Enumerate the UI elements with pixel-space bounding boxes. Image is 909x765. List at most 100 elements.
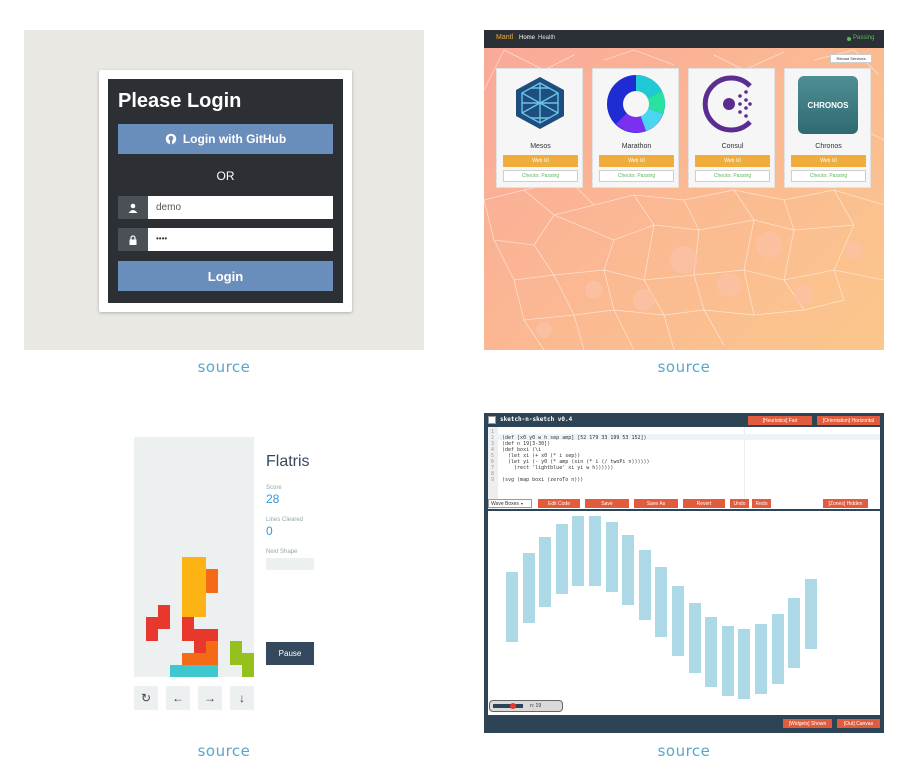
slider-handle[interactable] <box>510 703 516 709</box>
block <box>206 581 218 593</box>
service-card-consul: Consul Web UI Checks: Passing <box>688 68 775 188</box>
game-board <box>134 437 254 677</box>
mesos-checks-button[interactable]: Checks: Passing <box>503 170 578 182</box>
block <box>194 605 206 617</box>
score-label: Score <box>266 485 282 491</box>
wave-box[interactable] <box>705 617 718 688</box>
login-title: Please Login <box>118 90 242 112</box>
block <box>158 605 170 617</box>
consul-web-ui-button[interactable]: Web UI <box>695 155 770 167</box>
wave-box[interactable] <box>605 522 618 593</box>
block <box>158 617 170 629</box>
wave-box[interactable] <box>589 515 601 586</box>
block <box>182 653 194 665</box>
password-input[interactable]: •••• <box>148 228 333 251</box>
lock-icon <box>118 228 148 251</box>
example-dropdown[interactable]: Wave Boxes ▾ <box>488 499 532 508</box>
source-link-3[interactable]: source <box>164 742 284 760</box>
nav-health[interactable]: Health <box>538 35 555 41</box>
wave-box[interactable] <box>755 624 767 695</box>
source-link-4[interactable]: source <box>624 742 744 760</box>
source-link-1[interactable]: source <box>164 358 284 376</box>
code-editor[interactable]: 1 2 (def [x0 y0 w h sep amp] [52 179 33 19… <box>488 427 880 509</box>
marathon-checks-button[interactable]: Checks: Passing <box>599 170 674 182</box>
wave-box[interactable] <box>672 586 684 657</box>
pause-button[interactable]: Pause <box>266 642 314 665</box>
wave-box[interactable] <box>721 626 734 697</box>
wave-box[interactable] <box>738 629 751 699</box>
slider-widget[interactable]: n: 19 <box>489 700 563 712</box>
line-number: 9 <box>491 477 495 483</box>
block <box>230 641 242 653</box>
wave-box[interactable] <box>539 537 552 608</box>
block <box>170 665 218 677</box>
service-name-consul: Consul <box>721 143 744 150</box>
edit-code-button[interactable]: Edit Code <box>538 499 580 508</box>
wave-box[interactable] <box>771 613 784 684</box>
mantl-navbar: Mantl Home Health Passing <box>484 30 884 48</box>
wave-box[interactable] <box>688 602 701 673</box>
widgets-toggle[interactable]: [Widgets] Shown <box>783 719 832 728</box>
save-button[interactable]: Save <box>585 499 629 508</box>
move-left-button[interactable]: ← <box>166 686 190 710</box>
wave-box[interactable] <box>638 550 651 621</box>
service-card-marathon: Marathon Web UI Checks: Passing <box>592 68 679 188</box>
wave-box[interactable] <box>788 597 801 668</box>
wave-box[interactable] <box>555 524 568 595</box>
wave-box[interactable] <box>804 578 817 649</box>
block <box>194 629 206 641</box>
zones-toggle[interactable]: [Zones] Hidden <box>823 499 868 508</box>
username-input[interactable]: demo <box>148 196 333 219</box>
chronos-logo-icon: CHRONOS <box>798 76 858 134</box>
redo-button[interactable]: Redo <box>752 499 771 508</box>
block <box>194 569 206 581</box>
reload-services-button[interactable]: Reload Services <box>830 54 872 63</box>
github-login-label: Login with GitHub <box>182 132 287 146</box>
heuristics-toggle[interactable]: [Heuristics] Fair <box>748 416 812 425</box>
block <box>182 605 194 617</box>
chronos-checks-button[interactable]: Checks: Passing <box>791 170 866 182</box>
sketch-n-sketch-tile: sketch-n-sketch v0.4 [Heuristics] Fair [… <box>484 413 884 733</box>
block <box>182 593 194 605</box>
block <box>194 641 206 653</box>
wave-box[interactable] <box>655 567 668 638</box>
save-as-button[interactable]: Save As <box>634 499 678 508</box>
block <box>182 617 194 629</box>
nav-home[interactable]: Home <box>519 35 535 41</box>
service-name-marathon: Marathon <box>621 143 652 150</box>
consul-logo-icon <box>702 75 752 133</box>
chronos-web-ui-button[interactable]: Web UI <box>791 155 866 167</box>
consul-checks-button[interactable]: Checks: Passing <box>695 170 770 182</box>
orientation-toggle[interactable]: [Orientation] Horizontal <box>817 416 880 425</box>
wave-box[interactable] <box>622 534 635 605</box>
wave-box[interactable] <box>506 572 518 642</box>
service-card-mesos: Mesos Web UI Checks: Passing <box>496 68 583 188</box>
next-shape-label: Next Shape <box>266 549 298 555</box>
rotate-button[interactable]: ↻ <box>134 686 158 710</box>
mesos-web-ui-button[interactable]: Web UI <box>503 155 578 167</box>
output-mode-toggle[interactable]: [Out] Canvas <box>837 719 880 728</box>
lines-cleared-label: Lines Cleared <box>266 517 304 523</box>
revert-button[interactable]: Revert <box>683 499 725 508</box>
status-dot-icon <box>847 37 851 41</box>
lines-cleared-value: 0 <box>266 524 273 538</box>
marathon-web-ui-button[interactable]: Web UI <box>599 155 674 167</box>
login-button[interactable]: Login <box>118 261 333 291</box>
source-link-2[interactable]: source <box>624 358 744 376</box>
mantl-tile: Mantl Home Health Passing Reload Service… <box>484 30 884 350</box>
github-icon <box>165 133 177 145</box>
move-right-button[interactable]: → <box>198 686 222 710</box>
service-name-mesos: Mesos <box>530 143 551 150</box>
score-value: 28 <box>266 492 280 506</box>
service-name-chronos: Chronos <box>815 143 842 150</box>
wave-box[interactable] <box>572 516 585 587</box>
undo-button[interactable]: Undo <box>730 499 749 508</box>
output-canvas[interactable]: n: 19 <box>488 511 880 715</box>
chevron-down-icon: ▾ <box>520 501 523 506</box>
mantl-brand[interactable]: Mantl <box>496 34 513 41</box>
github-login-button[interactable]: Login with GitHub <box>118 124 333 154</box>
slider-value: n: 19 <box>530 703 542 709</box>
block <box>206 641 218 653</box>
drop-button[interactable]: ↓ <box>230 686 254 710</box>
wave-box[interactable] <box>522 553 535 624</box>
